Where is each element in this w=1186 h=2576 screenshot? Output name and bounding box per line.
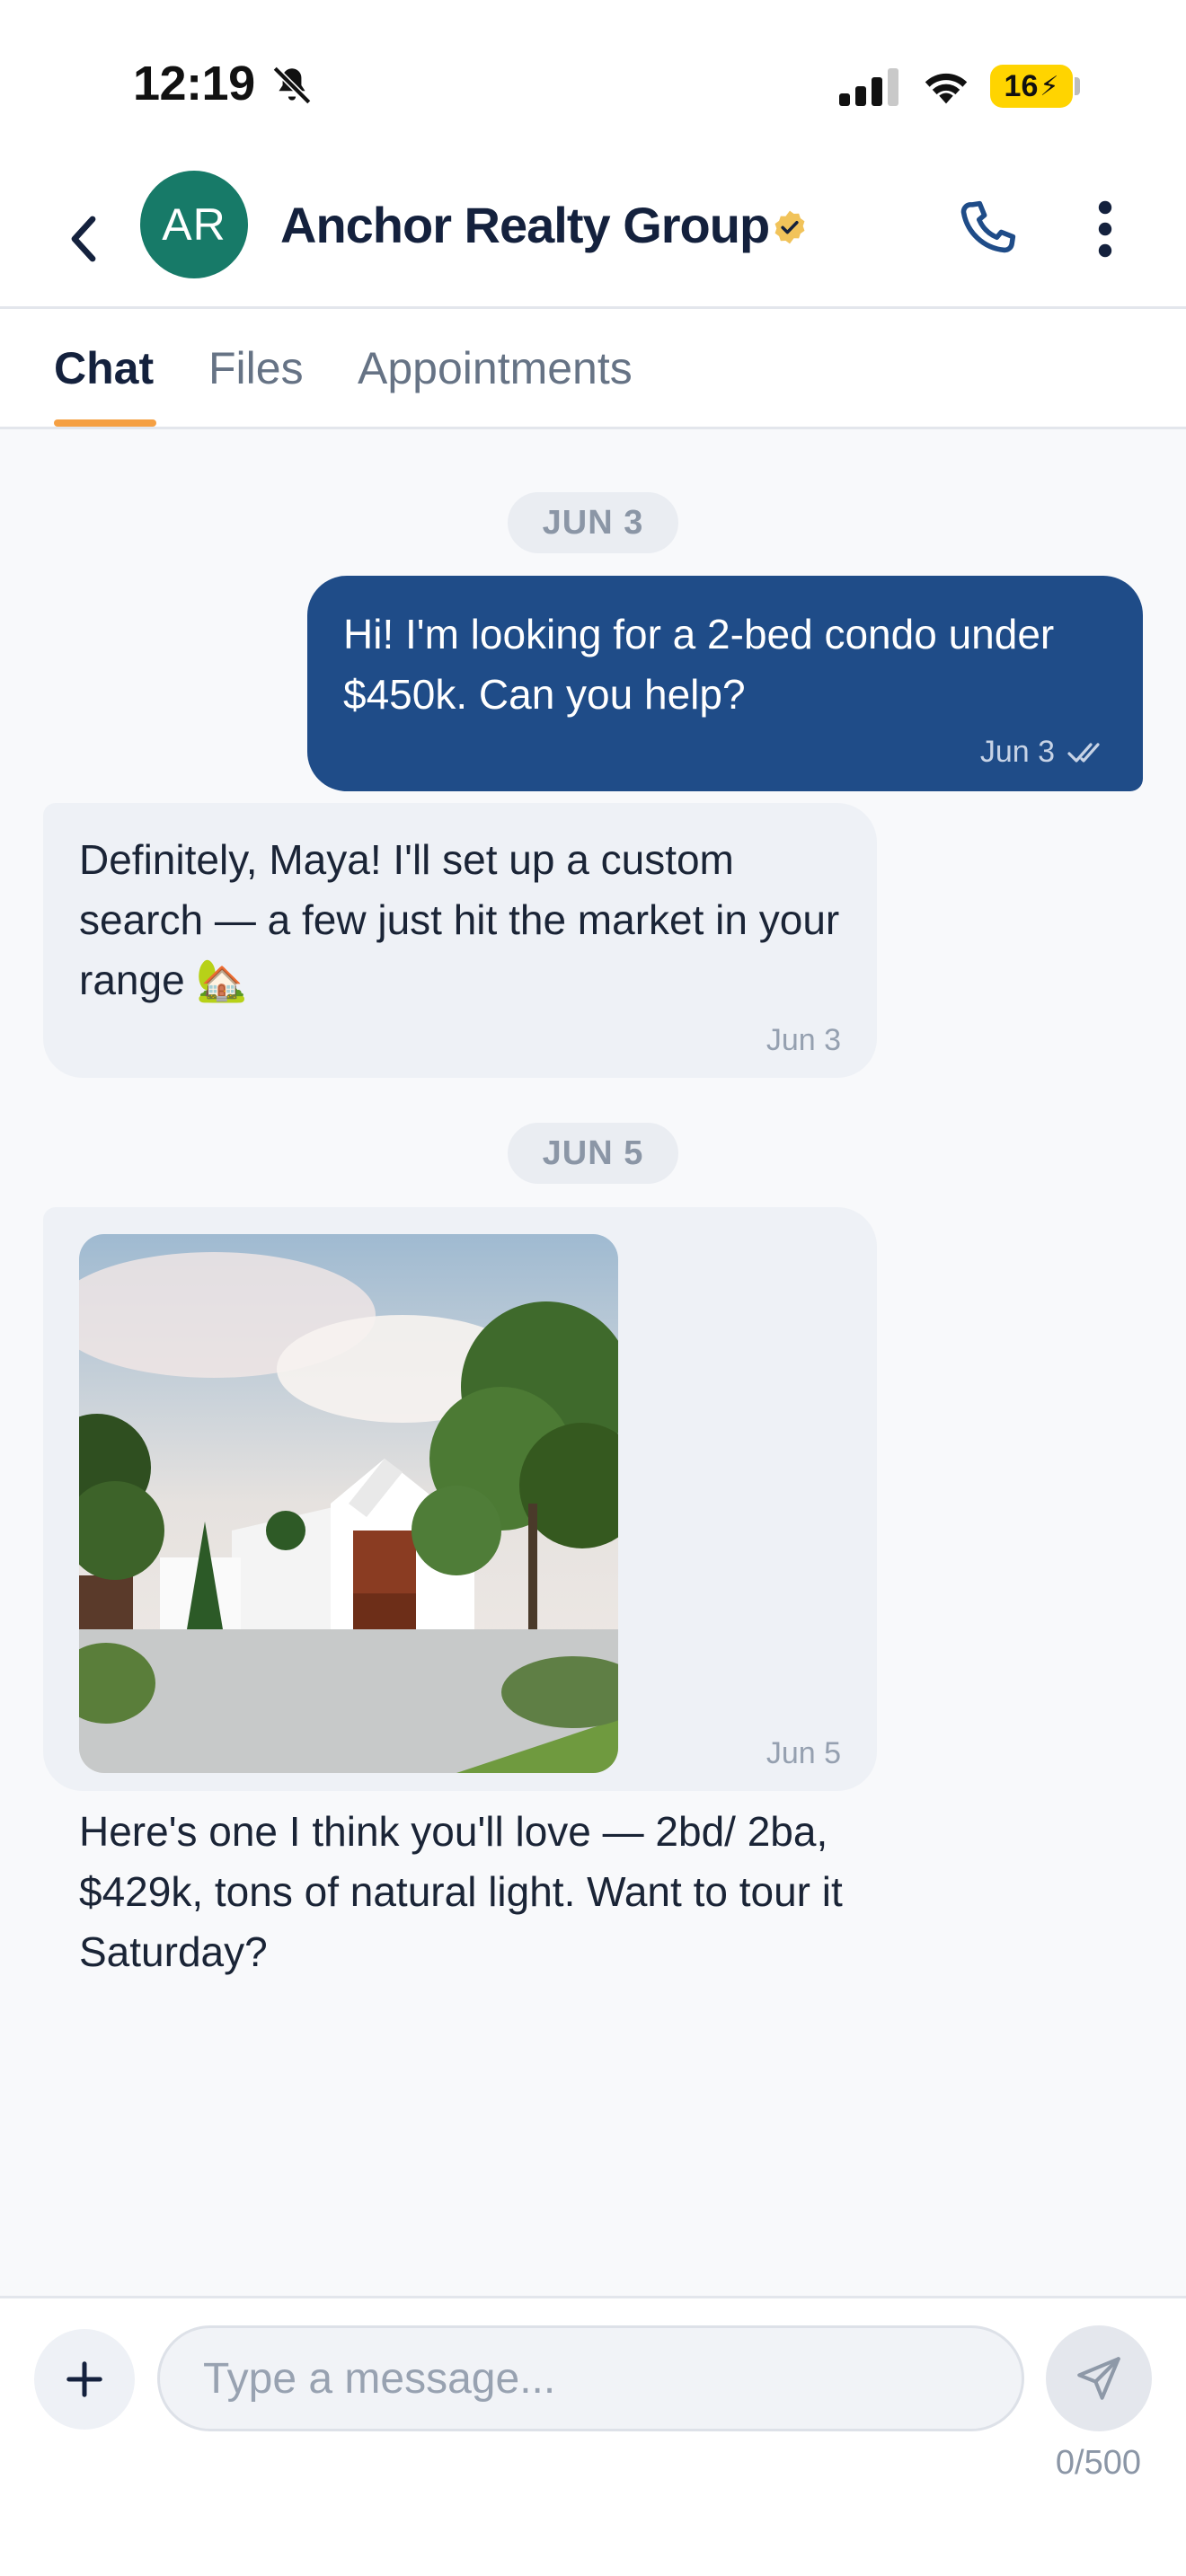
message-time: Jun 3 [766, 1023, 841, 1057]
cellular-signal-icon [839, 68, 898, 106]
tab-files[interactable]: Files [208, 342, 304, 421]
message-text: Here's one I think you'll love — 2bd/ 2b… [79, 1808, 843, 1975]
character-counter: 0/500 [1055, 2444, 1141, 2482]
chat-header: AR Anchor Realty Group [0, 171, 1186, 309]
chevron-left-icon [71, 216, 96, 262]
back-button[interactable] [58, 203, 108, 275]
plus-icon [66, 2361, 102, 2397]
more-vertical-icon[interactable] [1084, 196, 1127, 262]
message-input[interactable] [157, 2325, 1024, 2431]
message-composer: 0/500 [0, 2296, 1186, 2576]
wifi-icon [925, 73, 968, 104]
incoming-message[interactable]: Definitely, Maya! I'll set up a custom s… [43, 803, 877, 1078]
status-time: 12:19 [133, 57, 255, 110]
contact-name[interactable]: Anchor Realty Group [280, 196, 770, 254]
battery-level: 16 [1004, 68, 1039, 103]
message-text: Definitely, Maya! I'll set up a custom s… [79, 836, 840, 1003]
double-check-icon [1067, 742, 1100, 763]
add-attachment-button[interactable] [34, 2329, 135, 2430]
active-tab-indicator [54, 419, 156, 427]
send-button[interactable] [1046, 2325, 1152, 2431]
battery-cap [1075, 77, 1080, 95]
avatar[interactable]: AR [140, 171, 248, 278]
message-meta: Jun 3 [980, 735, 1107, 770]
tab-chat[interactable]: Chat [54, 342, 154, 421]
message-text: Hi! I'm looking for a 2-bed condo under … [343, 611, 1055, 718]
message-time: Jun 3 [979, 735, 1055, 769]
status-bar: 12:19 16 ⚡ [0, 0, 1186, 171]
send-icon [1077, 2357, 1120, 2400]
bell-slash-icon [272, 66, 312, 105]
tab-appointments[interactable]: Appointments [358, 342, 633, 421]
phone-icon[interactable] [954, 196, 1021, 262]
outgoing-message[interactable]: Hi! I'm looking for a 2-bed condo under … [307, 576, 1143, 791]
date-separator: JUN 5 [508, 1123, 678, 1184]
tab-bar: Chat Files Appointments [0, 312, 1186, 429]
house-photo[interactable] [79, 1234, 618, 1773]
incoming-image-message[interactable]: Here's one I think you'll love — 2bd/ 2b… [43, 1207, 877, 1975]
battery-charging-icon: 16 ⚡ [990, 65, 1073, 108]
message-time: Jun 5 [766, 1736, 841, 1770]
verified-badge-icon [774, 210, 805, 244]
chat-thread[interactable]: JUN 3 Hi! I'm looking for a 2-bed condo … [0, 429, 1186, 2296]
date-separator: JUN 3 [508, 492, 678, 553]
